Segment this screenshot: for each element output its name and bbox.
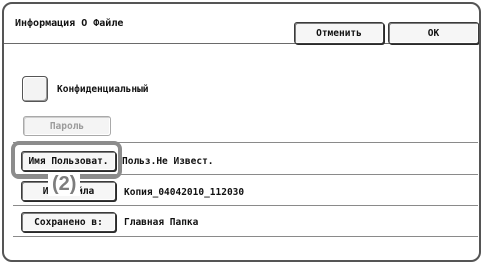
ok-button[interactable]: OK [388, 22, 479, 44]
confidential-label: Конфиденциальный [57, 84, 149, 95]
divider [13, 205, 478, 206]
user-name-value: Польз.Не Извест. [122, 156, 214, 167]
dialog-header: Информация О Файле Отменить OK [4, 4, 479, 44]
file-info-dialog: Информация О Файле Отменить OK Конфиденц… [2, 2, 481, 262]
dialog-title: Информация О Файле [15, 18, 124, 29]
divider [13, 236, 478, 237]
screen: Информация О Файле Отменить OK Конфиденц… [0, 0, 483, 264]
confidential-checkbox[interactable] [22, 76, 48, 102]
callout-label: (2) [48, 172, 81, 196]
stored-to-value: Главная Папка [124, 217, 199, 228]
password-button[interactable]: Пароль [23, 116, 111, 136]
file-name-value: Копия_04042010_112030 [124, 187, 245, 198]
stored-to-button[interactable]: Сохранено в: [21, 212, 116, 232]
cancel-button[interactable]: Отменить [294, 22, 384, 44]
